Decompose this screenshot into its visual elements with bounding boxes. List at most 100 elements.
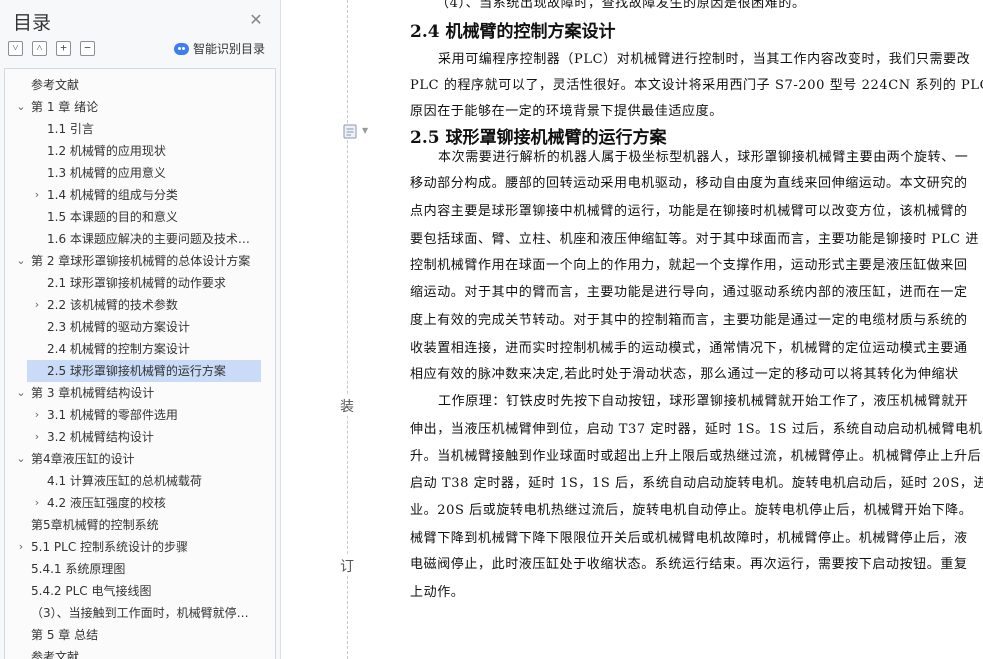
toc-item-label: 5.1 PLC 控制系统设计的步骤 bbox=[31, 540, 189, 554]
toc-item[interactable]: › 1.4 机械臂的组成与分类 bbox=[5, 184, 273, 206]
paragraph-line: 伸出，当液压机械臂伸到位，启动 T37 定时器，延时 1S。1S 过后，系统自动… bbox=[410, 422, 983, 437]
annotation-icon[interactable] bbox=[343, 124, 357, 139]
toc-item[interactable]: › 2.2 该机械臂的技术参数 bbox=[5, 294, 273, 316]
toc-item[interactable]: 1.5 本课题的目的和意义 bbox=[5, 206, 273, 228]
collapse-all-icon[interactable]: ˅ bbox=[8, 41, 23, 56]
paragraph-line: 电磁阀停止，此时液压缸处于收缩状态。系统运行结束。再次运行，需要按下启动按钮。重… bbox=[410, 557, 968, 572]
toc-toolbar: ˅ ˄ + − bbox=[8, 41, 95, 57]
toc-item-label: 1.2 机械臂的应用现状 bbox=[47, 144, 166, 158]
toc-item[interactable]: 参考文献 bbox=[5, 74, 273, 96]
expand-up-icon[interactable]: ˄ bbox=[32, 41, 47, 56]
toc-item-label: （3）、当接触到工作面时，机械臂就停止下降 bbox=[31, 606, 255, 620]
toc-item-label: 第5章机械臂的控制系统 bbox=[31, 518, 159, 532]
heading-2-4: 2.4 机械臂的控制方案设计 bbox=[410, 22, 616, 42]
toc-item-label: 1.3 机械臂的应用意义 bbox=[47, 166, 166, 180]
toc-item-label: 1.5 本课题的目的和意义 bbox=[47, 210, 178, 224]
chevron-right-icon[interactable]: › bbox=[31, 404, 43, 426]
toc-item[interactable]: ⌄ 第 2 章球形罩铆接机械臂的总体设计方案 bbox=[5, 250, 273, 272]
toc-item[interactable]: 第5章机械臂的控制系统 bbox=[5, 514, 273, 536]
toc-item[interactable]: 第 5 章 总结 bbox=[5, 624, 273, 646]
close-icon[interactable]: ✕ bbox=[247, 11, 265, 29]
paragraph-line: 采用可编程序控制器（PLC）对机械臂进行控制时，当其工作内容改变时，我们只需要改 bbox=[438, 52, 971, 67]
paragraph-line: 械臂下降到机械臂下降下限限位开关后或机械臂电机故障时，机械臂停止。机械臂停止后，… bbox=[410, 531, 968, 546]
toc-item[interactable]: （3）、当接触到工作面时，机械臂就停止下降 bbox=[5, 602, 273, 624]
toc-item[interactable]: 5.4.1 系统原理图 bbox=[5, 558, 273, 580]
chevron-down-icon[interactable]: ⌄ bbox=[15, 448, 27, 470]
document-page: ▼ 装 订 （4）、当系统出现故障时，查找故障发生的原因是很困难的。 2.4 机… bbox=[281, 0, 983, 659]
toc-item[interactable]: 5.4.2 PLC 电气接线图 bbox=[5, 580, 273, 602]
toc-item[interactable]: 2.4 机械臂的控制方案设计 bbox=[5, 338, 273, 360]
paragraph-line: 缩运动。对于其中的臂而言，主要功能是进行导向，通过驱动系统内部的液压缸，进而在一… bbox=[410, 285, 968, 300]
chevron-down-icon[interactable]: ⌄ bbox=[15, 96, 27, 118]
toc-item-label: 第4章液压缸的设计 bbox=[31, 452, 135, 466]
toc-item[interactable]: ⌄ 第 3 章机械臂结构设计 bbox=[5, 382, 273, 404]
chevron-right-icon[interactable]: › bbox=[31, 492, 43, 514]
chevron-down-icon[interactable]: ▼ bbox=[362, 126, 368, 135]
paragraph-line: PLC 的程序就可以了，灵活性很好。本文设计将采用西门子 S7-200 型号 2… bbox=[410, 78, 983, 93]
toc-item[interactable]: ⌄ 第 1 章 绪论 bbox=[5, 96, 273, 118]
margin-zhuang: 装 bbox=[339, 396, 355, 416]
paragraph-line: 要包括球面、臂、立柱、机座和液压伸缩缸等。对于其中球面而言，主要功能是铆接时 P… bbox=[410, 232, 979, 247]
toc-item[interactable]: 2.3 机械臂的驱动方案设计 bbox=[5, 316, 273, 338]
paragraph-line: 业。20S 后或旋转电机热继过流后，旋转电机自动停止。旋转电机停止后，机械臂开始… bbox=[410, 503, 973, 518]
toc-item-label: 1.6 本课题应解决的主要问题及技术路线 bbox=[47, 232, 255, 246]
chevron-right-icon[interactable]: › bbox=[31, 294, 43, 316]
toc-item[interactable]: › 5.1 PLC 控制系统设计的步骤 bbox=[5, 536, 273, 558]
toc-item[interactable]: 1.3 机械臂的应用意义 bbox=[5, 162, 273, 184]
toc-item[interactable]: › 3.1 机械臂的零部件选用 bbox=[5, 404, 273, 426]
toc-item-label: 2.1 球形罩铆接机械臂的动作要求 bbox=[47, 276, 226, 290]
toc-item-label: 2.3 机械臂的驱动方案设计 bbox=[47, 320, 190, 334]
toc-item-label: 2.5 球形罩铆接机械臂的运行方案 bbox=[47, 364, 226, 378]
ai-toc-button[interactable]: 智能识别目录 bbox=[174, 40, 265, 57]
paragraph-line: 控制机械臂作用在球面一个向上的作用力，就起一个支撑作用，运动形式主要是液压缸做来… bbox=[410, 258, 968, 273]
toc-item-label: 1.1 引言 bbox=[47, 122, 94, 136]
paragraph-line: 度上有效的完成关节转动。对于其中的控制箱而言，主要功能是通过一定的电缆材质与系统… bbox=[410, 313, 968, 328]
toc-item-label: 第 1 章 绪论 bbox=[31, 100, 99, 114]
paragraph-line: 升。当机械臂接触到作业球面时或超出上升上限后或热继过流，机械臂停止。机械臂停止上… bbox=[410, 449, 982, 464]
toc-item-label: 3.2 机械臂结构设计 bbox=[47, 430, 154, 444]
paragraph-line: 移动部分构成。腰部的回转运动采用电机驱动，移动自由度为直线来回伸缩运动。本文研究… bbox=[410, 176, 968, 191]
toc-item[interactable]: 参考文献 bbox=[5, 646, 273, 659]
toc-item-label: 参考文献 bbox=[31, 650, 80, 659]
toc-item[interactable]: 4.1 计算液压缸的总机械载荷 bbox=[5, 470, 273, 492]
ai-robot-icon bbox=[174, 42, 189, 55]
toc-item[interactable]: ⌄ 第4章液压缸的设计 bbox=[5, 448, 273, 470]
toc-item-label: 3.1 机械臂的零部件选用 bbox=[47, 408, 178, 422]
toc-item-label: 5.4.2 PLC 电气接线图 bbox=[31, 584, 152, 598]
heading-2-5: 2.5 球形罩铆接机械臂的运行方案 bbox=[410, 128, 667, 148]
chevron-right-icon[interactable]: › bbox=[31, 426, 43, 448]
toc-item[interactable]: 1.1 引言 bbox=[5, 118, 273, 140]
paragraph-line: 上动作。 bbox=[410, 585, 465, 600]
chevron-down-icon[interactable]: ⌄ bbox=[15, 382, 27, 404]
toc-item-label: 2.4 机械臂的控制方案设计 bbox=[47, 342, 190, 356]
toc-item[interactable]: 2.1 球形罩铆接机械臂的动作要求 bbox=[5, 272, 273, 294]
toc-item-label: 4.1 计算液压缸的总机械载荷 bbox=[47, 474, 202, 488]
paragraph-line: 点内容主要是球形罩铆接中机械臂的运行，功能是在铆接时机械臂可以改变方位，该机械臂… bbox=[410, 204, 968, 219]
paragraph-line: 工作原理：钉铁皮时先按下自动按钮，球形罩铆接机械臂就开始工作了，液压机械臂就开 bbox=[438, 394, 969, 409]
chevron-down-icon[interactable]: ⌄ bbox=[15, 250, 27, 272]
paragraph-line: 原因在于能够在一定的环境背景下提供最佳适应度。 bbox=[410, 104, 723, 119]
margin-ding: 订 bbox=[339, 556, 355, 576]
toc-item-label: 4.2 液压缸强度的校核 bbox=[47, 496, 166, 510]
paragraph-line: 启动 T38 定时器，延时 1S，1S 后，系统自动启动旋转电机。旋转电机启动后… bbox=[410, 476, 983, 491]
add-heading-icon[interactable]: + bbox=[56, 41, 71, 56]
toc-item-label: 1.4 机械臂的组成与分类 bbox=[47, 188, 178, 202]
remove-heading-icon[interactable]: − bbox=[80, 41, 95, 56]
paragraph-line: 本次需要进行解析的机器人属于极坐标型机器人，球形罩铆接机械臂主要由两个旋转、一 bbox=[438, 150, 969, 165]
toc-item-label: 参考文献 bbox=[31, 78, 80, 92]
toc-title: 目录 bbox=[13, 12, 52, 34]
ai-toc-label: 智能识别目录 bbox=[193, 42, 266, 56]
top-fragment: （4）、当系统出现故障时，查找故障发生的原因是很困难的。 bbox=[436, 0, 806, 11]
toc-item[interactable]: 1.6 本课题应解决的主要问题及技术路线 bbox=[5, 228, 273, 250]
toc-item[interactable]: › 3.2 机械臂结构设计 bbox=[5, 426, 273, 448]
toc-item-label: 第 2 章球形罩铆接机械臂的总体设计方案 bbox=[31, 254, 251, 268]
toc-item-label: 2.2 该机械臂的技术参数 bbox=[47, 298, 178, 312]
toc-item[interactable]: 2.5 球形罩铆接机械臂的运行方案 bbox=[5, 360, 273, 382]
chevron-right-icon[interactable]: › bbox=[31, 184, 43, 206]
toc-item-label: 第 3 章机械臂结构设计 bbox=[31, 386, 155, 400]
toc-list: 参考文献 ⌄ 第 1 章 绪论 1.1 引言 1.2 机械臂的应用现状 1.3 机械臂的应… bbox=[4, 68, 276, 659]
toc-item[interactable]: › 4.2 液压缸强度的校核 bbox=[5, 492, 273, 514]
toc-item[interactable]: 1.2 机械臂的应用现状 bbox=[5, 140, 273, 162]
chevron-right-icon[interactable]: › bbox=[15, 536, 27, 558]
paragraph-line: 收装置相连接，进而实时控制机械手的运动模式，通常情况下，机械臂的定位运动模式主要… bbox=[410, 341, 968, 356]
